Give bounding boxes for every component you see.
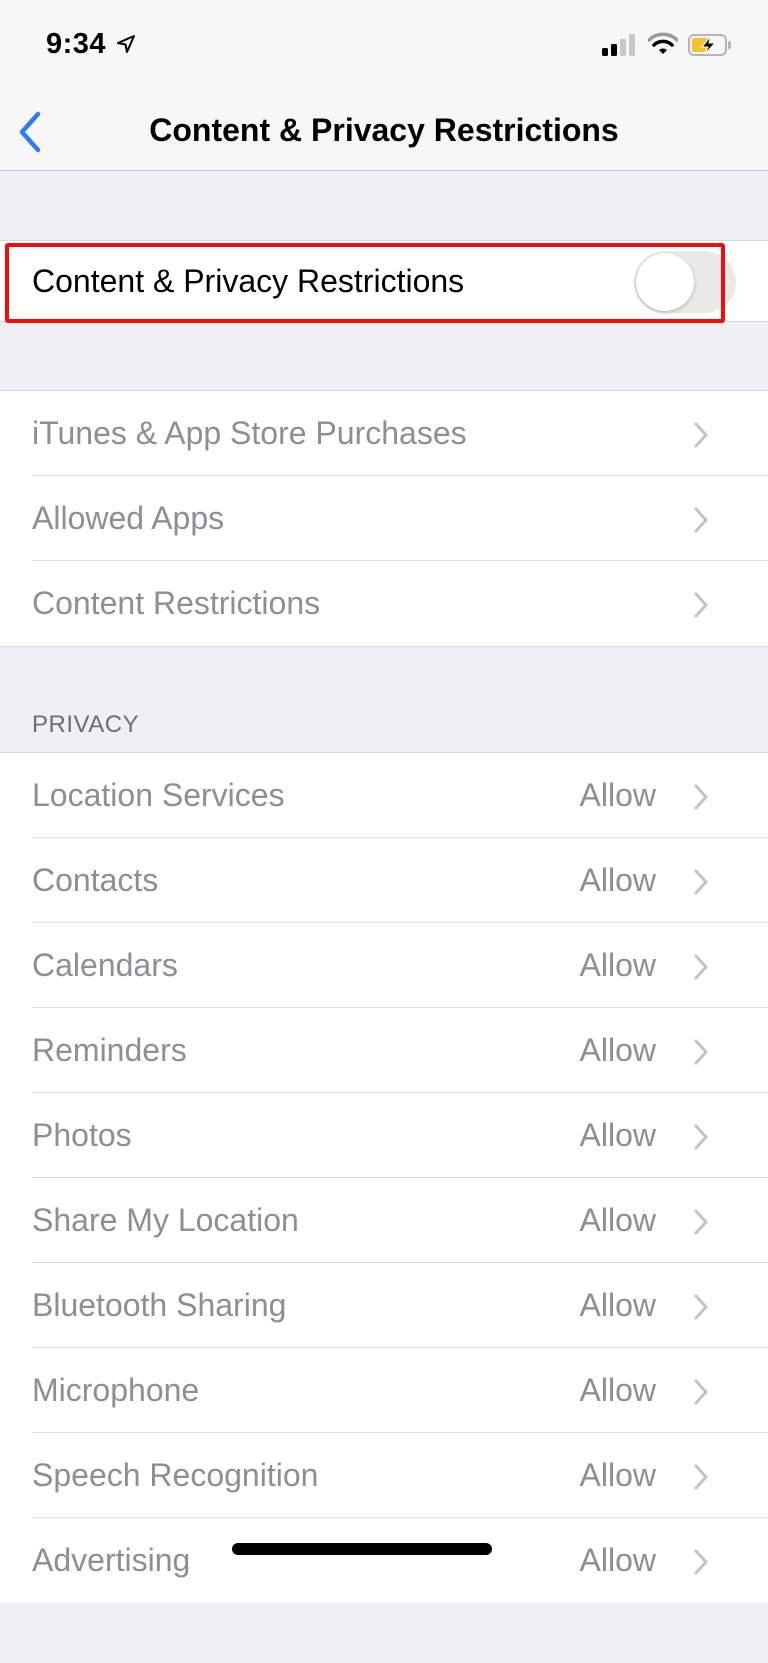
list-item-label: Speech Recognition (32, 1457, 319, 1493)
status-time: 9:34 (46, 28, 107, 60)
chevron-right-icon (694, 1124, 708, 1150)
chevron-right-icon (694, 1209, 708, 1235)
list-item-label: Photos (32, 1117, 132, 1153)
list-item-value: Allow (579, 1542, 656, 1578)
privacy-group: Location Services Allow Contacts Allow C… (0, 752, 768, 1603)
list-item-label: Advertising (32, 1542, 191, 1578)
navigation-bar: Content & Privacy Restrictions (0, 88, 768, 171)
chevron-right-icon (694, 592, 708, 618)
list-item-label: Calendars (32, 947, 178, 983)
chevron-right-icon (694, 1464, 708, 1490)
list-item-value: Allow (579, 862, 656, 898)
list-item-label: Share My Location (32, 1202, 299, 1238)
privacy-item-advertising[interactable]: Advertising Allow (0, 1518, 768, 1603)
battery-charging-icon (688, 34, 731, 56)
list-item-value: Allow (579, 1202, 656, 1238)
restrictions-item-allowed-apps[interactable]: Allowed Apps (0, 476, 768, 561)
list-item-label: Bluetooth Sharing (32, 1287, 287, 1323)
privacy-item-contacts[interactable]: Contacts Allow (0, 838, 768, 923)
toggle-label: Content & Privacy Restrictions (32, 263, 465, 299)
chevron-right-icon (694, 1379, 708, 1405)
list-item-value: Allow (579, 1287, 656, 1323)
location-arrow-icon (117, 35, 135, 53)
toggle-knob (636, 253, 694, 311)
master-toggle-group: Content & Privacy Restrictions (0, 240, 768, 323)
privacy-item-microphone[interactable]: Microphone Allow (0, 1348, 768, 1433)
privacy-item-reminders[interactable]: Reminders Allow (0, 1008, 768, 1093)
page-title: Content & Privacy Restrictions (149, 112, 619, 148)
list-item-value: Allow (579, 1372, 656, 1408)
list-item-label: Microphone (32, 1372, 200, 1408)
list-item-label: Contacts (32, 862, 159, 898)
privacy-item-location-services[interactable]: Location Services Allow (0, 753, 768, 838)
privacy-item-speech-recognition[interactable]: Speech Recognition Allow (0, 1433, 768, 1518)
wifi-icon (648, 32, 678, 54)
privacy-item-bluetooth-sharing[interactable]: Bluetooth Sharing Allow (0, 1263, 768, 1348)
cellular-signal-icon (602, 34, 635, 56)
chevron-right-icon (694, 422, 708, 448)
restrictions-item-itunes[interactable]: iTunes & App Store Purchases (0, 391, 768, 476)
list-item-label: Location Services (32, 777, 285, 813)
privacy-item-photos[interactable]: Photos Allow (0, 1093, 768, 1178)
privacy-item-calendars[interactable]: Calendars Allow (0, 923, 768, 1008)
list-item-label: iTunes & App Store Purchases (32, 415, 467, 451)
chevron-right-icon (694, 869, 708, 895)
restrictions-group: iTunes & App Store Purchases Allowed App… (0, 390, 768, 647)
restrictions-item-content-restrictions[interactable]: Content Restrictions (0, 561, 768, 646)
list-item-value: Allow (579, 947, 656, 983)
list-item-label: Allowed Apps (32, 500, 225, 536)
content-privacy-toggle-row: Content & Privacy Restrictions (0, 241, 768, 323)
list-item-label: Content Restrictions (32, 585, 321, 621)
chevron-right-icon (694, 784, 708, 810)
privacy-item-share-my-location[interactable]: Share My Location Allow (0, 1178, 768, 1263)
chevron-right-icon (694, 507, 708, 533)
list-item-value: Allow (579, 1032, 656, 1068)
privacy-section-header: PRIVACY (32, 711, 140, 738)
home-indicator[interactable] (232, 1543, 492, 1555)
list-item-value: Allow (579, 1117, 656, 1153)
chevron-right-icon (694, 954, 708, 980)
chevron-right-icon (694, 1294, 708, 1320)
list-item-value: Allow (579, 1457, 656, 1493)
status-bar: 9:34 (0, 0, 768, 88)
chevron-right-icon (694, 1039, 708, 1065)
list-item-label: Reminders (32, 1032, 187, 1068)
content-privacy-toggle[interactable] (634, 251, 736, 313)
chevron-right-icon (694, 1549, 708, 1575)
list-item-value: Allow (579, 777, 656, 813)
